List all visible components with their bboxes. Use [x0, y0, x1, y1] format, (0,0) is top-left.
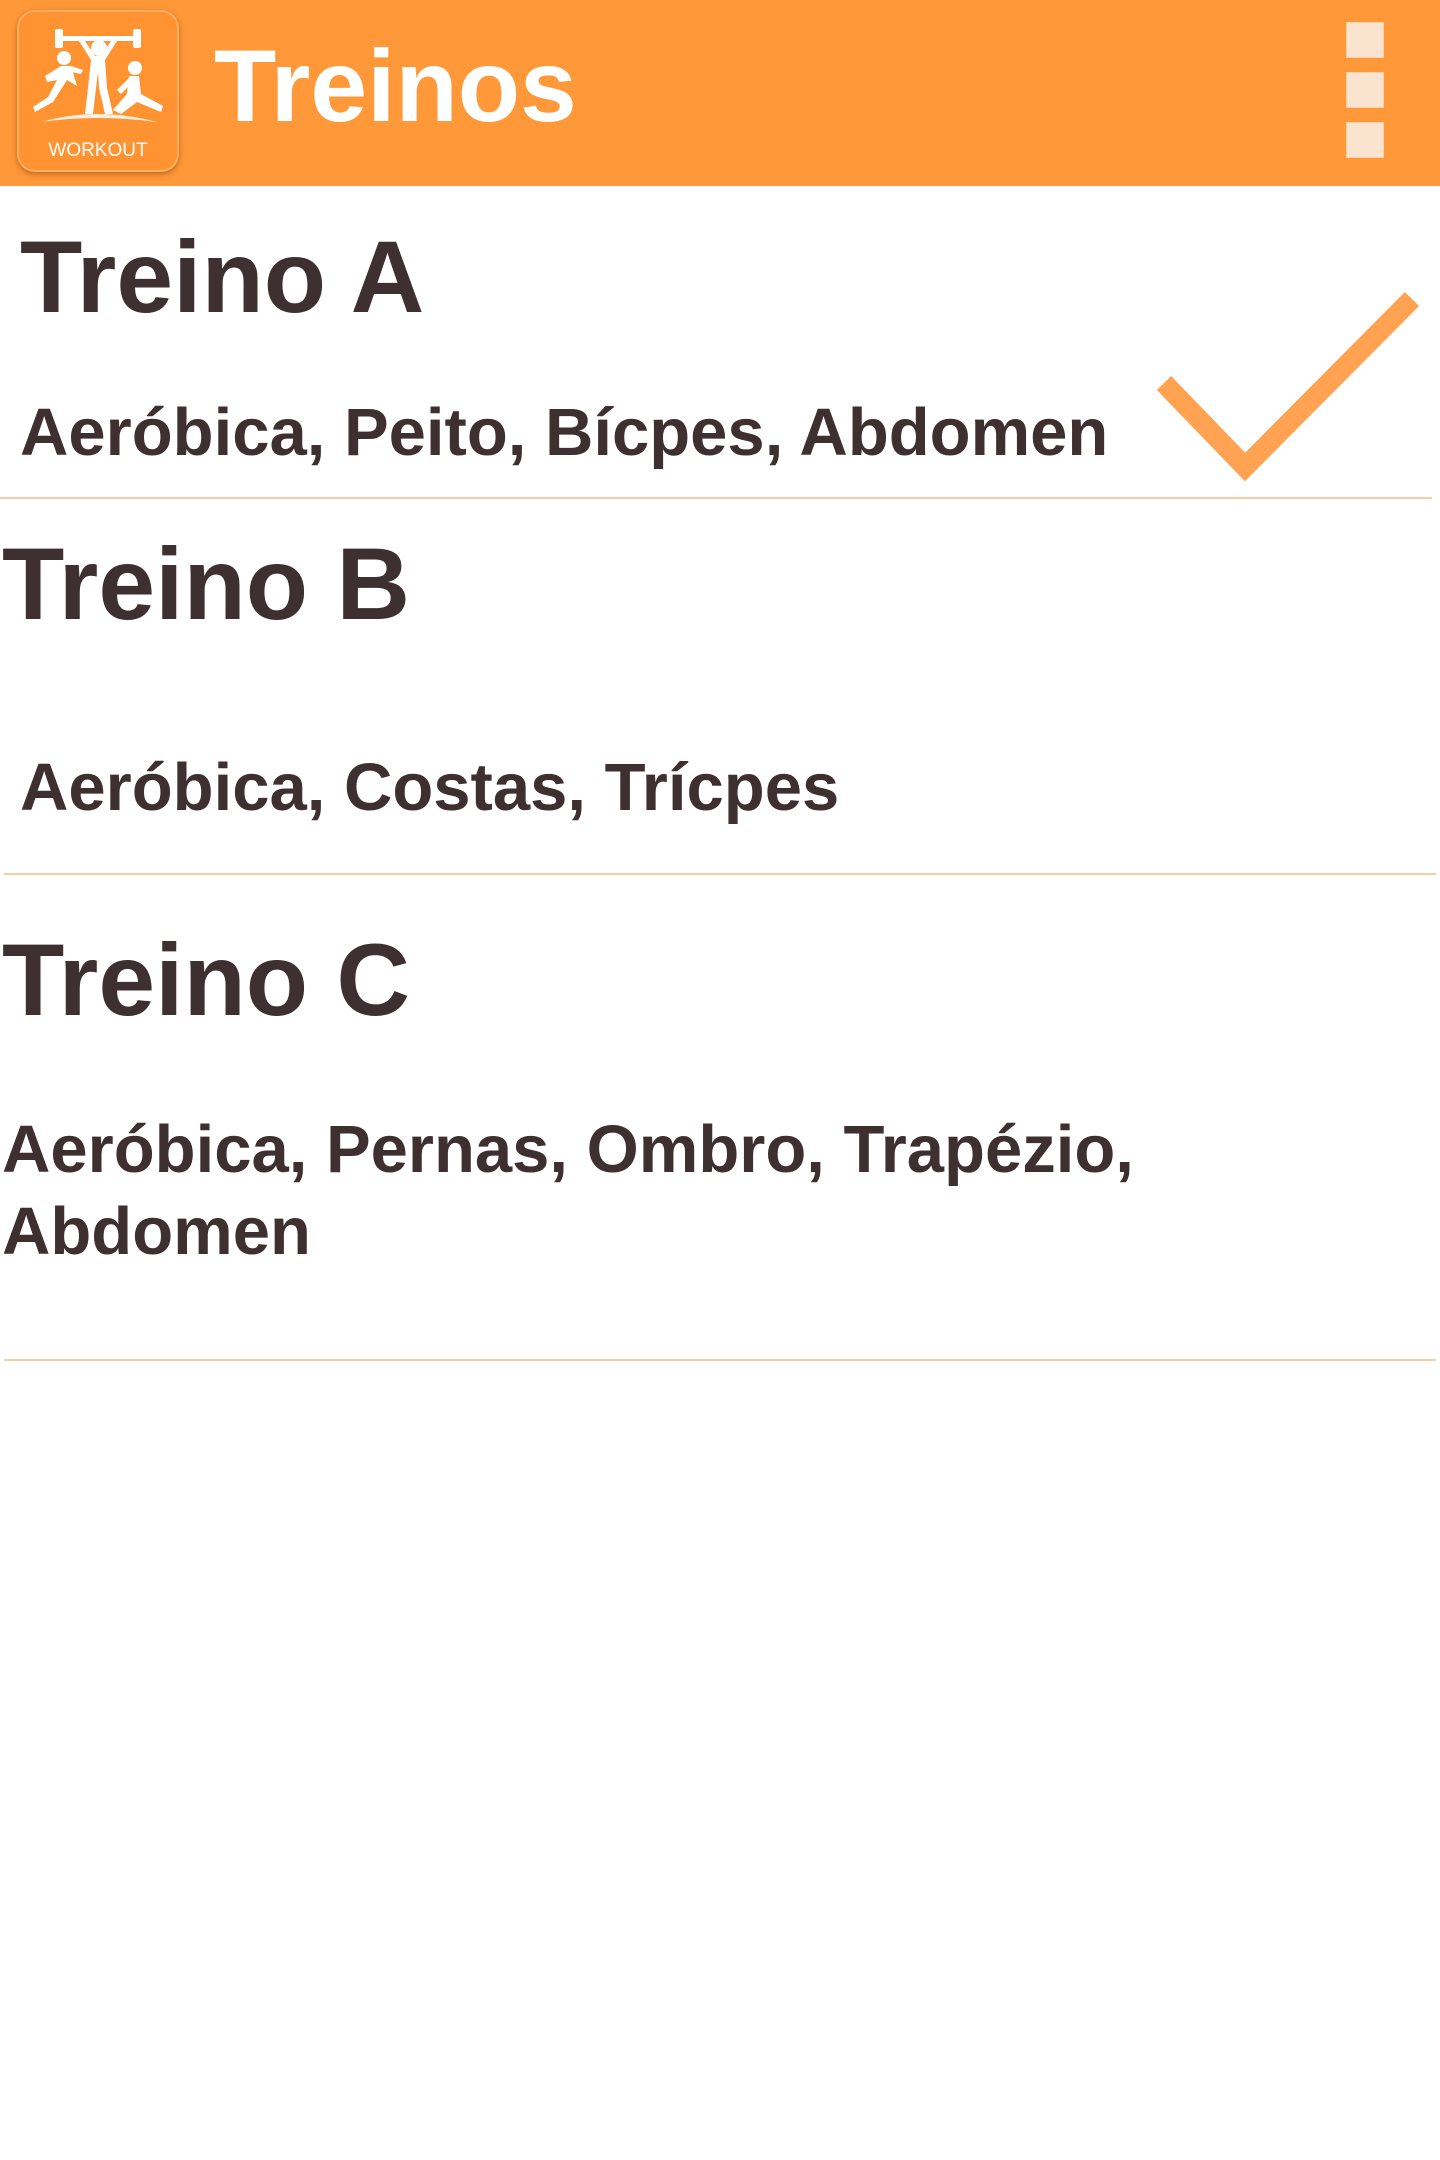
app-title: Treinos — [214, 29, 577, 143]
app-logo[interactable]: WORKOUT — [17, 10, 179, 172]
workout-title: Treino A — [20, 220, 425, 334]
logo-text: WORKOUT — [48, 140, 148, 161]
overflow-menu-icon-dot-2 — [1346, 72, 1384, 108]
overflow-menu-button[interactable] — [1334, 14, 1394, 164]
workout-exercises: Aeróbica, Pernas, Ombro, Trapézio, Abdom… — [2, 1112, 1134, 1269]
divider — [4, 1359, 1436, 1361]
workout-exercises: Aeróbica, Peito, Bícpes, Abdomen — [20, 395, 1109, 470]
checkmark-icon — [1156, 291, 1420, 482]
workout-item-c[interactable]: Treino C Aeróbica, Pernas, Ombro, Trapéz… — [0, 875, 1440, 1360]
overflow-menu-icon-dot-3 — [1346, 122, 1384, 158]
workout-exercises: Aeróbica, Costas, Trícpes — [20, 750, 840, 825]
workout-title: Treino B — [2, 527, 411, 641]
app-bar: WORKOUT Treinos — [0, 0, 1440, 186]
workout-item-b[interactable]: Treino B Aeróbica, Costas, Trícpes — [0, 499, 1440, 873]
overflow-menu-icon — [1346, 22, 1384, 58]
workout-title: Treino C — [2, 923, 411, 1037]
workout-figures-icon: WORKOUT — [33, 29, 163, 161]
